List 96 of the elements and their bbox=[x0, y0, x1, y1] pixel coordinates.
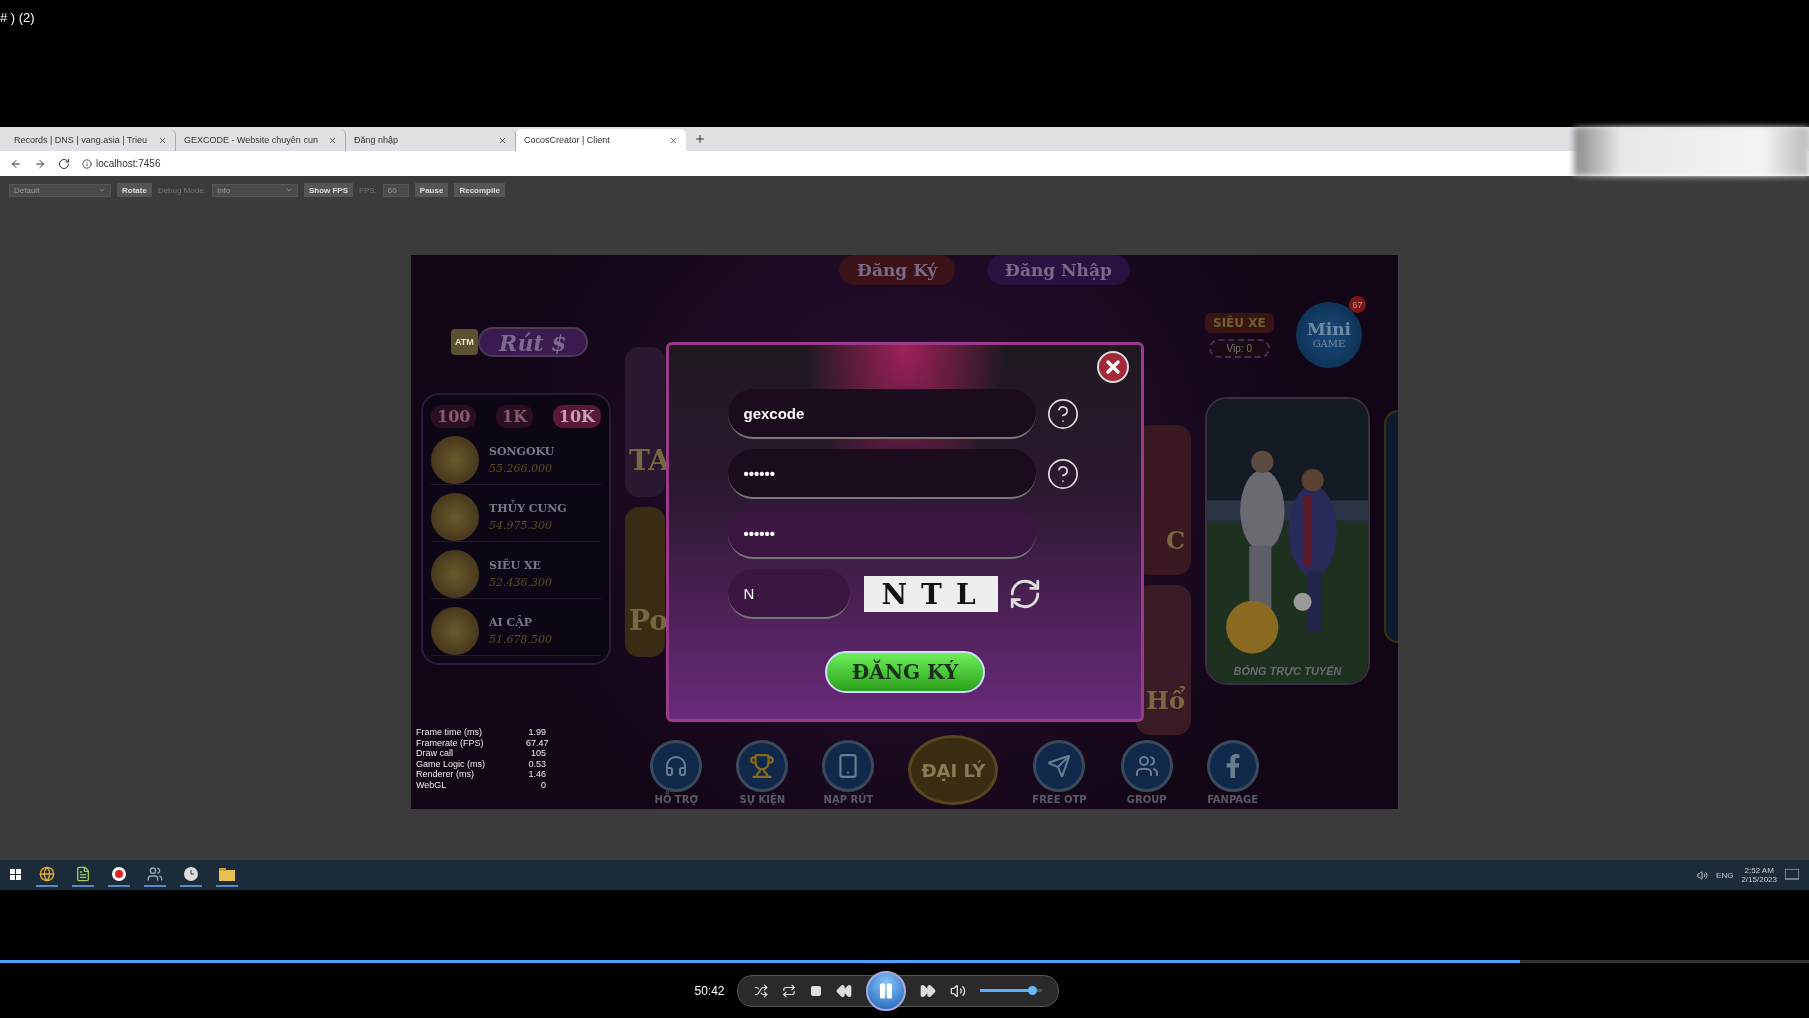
game-avatar-icon bbox=[431, 607, 479, 655]
windows-icon[interactable] bbox=[10, 869, 22, 881]
captcha-image: NTL bbox=[863, 576, 998, 612]
stat-label: Game Logic (ms) bbox=[416, 758, 487, 769]
video-title: # ) (2) bbox=[0, 10, 35, 25]
supercar-logo[interactable]: SIÊU XE bbox=[1205, 312, 1274, 333]
volume-icon bbox=[949, 982, 966, 999]
forward-icon[interactable] bbox=[34, 157, 46, 170]
game-caption: BÓNG TRỰC TUYẾN bbox=[1232, 665, 1343, 679]
jackpot-amount: 55.266.000 bbox=[489, 462, 553, 475]
nav-button[interactable]: ĐẠI LÝ bbox=[908, 735, 999, 805]
recompile-button[interactable]: Recompile bbox=[454, 183, 505, 197]
game-name: THỦY CUNG bbox=[489, 502, 567, 515]
stat-value: 105 bbox=[529, 748, 546, 759]
reload-icon[interactable] bbox=[58, 157, 70, 170]
jackpot-amount: 51.678.500 bbox=[489, 633, 552, 646]
game-avatar-icon bbox=[431, 436, 479, 484]
repeat-icon bbox=[781, 983, 796, 998]
password-field[interactable]: •••••• bbox=[727, 449, 1036, 499]
pause-button[interactable]: Pause bbox=[414, 183, 449, 197]
fast-forward-icon bbox=[919, 982, 936, 999]
help-icon[interactable] bbox=[1045, 397, 1080, 431]
close-icon[interactable] bbox=[328, 135, 337, 145]
close-button[interactable] bbox=[1097, 351, 1129, 383]
jackpot-amount: 54.975.300 bbox=[489, 519, 553, 532]
stat-value: 1.99 bbox=[527, 727, 546, 738]
game-name: AI CẬP bbox=[489, 616, 534, 629]
elapsed-time: 50:42 bbox=[694, 983, 725, 998]
captcha-field[interactable]: N bbox=[727, 569, 850, 619]
stat-label: Frame time (ms) bbox=[416, 727, 483, 738]
game-tile[interactable]: TA bbox=[625, 347, 665, 497]
chevron-icon bbox=[98, 186, 106, 194]
jackpot-tab[interactable]: 1K bbox=[496, 405, 534, 428]
close-icon[interactable] bbox=[669, 135, 678, 145]
login-tab[interactable]: Đăng Nhập bbox=[987, 255, 1130, 285]
stop-button[interactable] bbox=[809, 984, 822, 997]
stat-value: 0 bbox=[540, 779, 546, 790]
withdraw-button[interactable]: Rút $ bbox=[477, 327, 588, 357]
close-icon[interactable] bbox=[158, 135, 167, 145]
stat-label: Draw call bbox=[416, 748, 454, 759]
language-indicator[interactable]: ENG bbox=[1716, 870, 1734, 880]
address-field[interactable]: localhost:7456 bbox=[96, 158, 161, 169]
headphones-icon bbox=[664, 754, 689, 778]
jackpot-tab[interactable]: 10K bbox=[552, 405, 601, 428]
stat-value: 0.53 bbox=[527, 758, 546, 769]
paper-plane-icon bbox=[1047, 754, 1072, 778]
close-icon bbox=[1103, 357, 1123, 377]
stat-value: 1.46 bbox=[527, 769, 546, 780]
game-name: SIÊU XE bbox=[489, 559, 542, 572]
notification-badge: 67 bbox=[1349, 296, 1366, 313]
preview-select[interactable]: Default bbox=[9, 183, 111, 197]
vip-field: Vip: 0 bbox=[1208, 338, 1271, 358]
game-avatar-icon bbox=[431, 550, 479, 598]
stat-value: 67.47 bbox=[526, 737, 546, 748]
stat-label: Framerate (FPS) bbox=[416, 737, 485, 748]
debug-select[interactable]: Info bbox=[211, 183, 298, 197]
featured-game-card[interactable]: BÓNG TRỰC TUYẾN bbox=[1205, 397, 1370, 685]
username-field[interactable]: gexcode bbox=[727, 389, 1036, 439]
confirm-password-field[interactable]: •••••• bbox=[727, 509, 1036, 559]
rewind-button[interactable] bbox=[835, 982, 852, 999]
stop-icon bbox=[809, 984, 822, 997]
users-icon bbox=[1134, 754, 1159, 778]
repeat-button[interactable] bbox=[781, 983, 796, 998]
jackpot-amount: 52.436.300 bbox=[489, 576, 552, 589]
jackpot-tab[interactable]: 100 bbox=[431, 405, 477, 428]
info-icon[interactable] bbox=[82, 158, 92, 169]
volume-button[interactable] bbox=[949, 982, 966, 999]
help-icon[interactable] bbox=[1045, 457, 1080, 491]
register-button[interactable]: ĐĂNG KÝ bbox=[825, 651, 985, 693]
new-tab-icon[interactable] bbox=[694, 133, 706, 145]
rewind-icon bbox=[835, 982, 852, 999]
speaker-icon[interactable] bbox=[1697, 869, 1709, 881]
game-tile[interactable] bbox=[1384, 410, 1398, 643]
stat-label: Renderer (ms) bbox=[416, 769, 475, 780]
show-fps-button[interactable]: Show FPS bbox=[303, 183, 354, 197]
game-avatar-icon bbox=[431, 493, 479, 541]
atm-icon: ATM bbox=[451, 329, 478, 355]
shuffle-button[interactable] bbox=[753, 983, 768, 998]
taskbar-clock[interactable]: 2:52 AM 2/15/2023 bbox=[1741, 866, 1777, 884]
stat-label: WebGL bbox=[416, 779, 448, 790]
game-name: SONGOKU bbox=[489, 445, 555, 458]
back-icon[interactable] bbox=[10, 157, 22, 170]
chevron-icon bbox=[284, 186, 293, 194]
shuffle-icon bbox=[753, 983, 768, 998]
pause-button[interactable] bbox=[865, 970, 906, 1011]
register-tab[interactable]: Đăng Ký bbox=[839, 255, 956, 285]
close-icon[interactable] bbox=[498, 135, 507, 145]
fast-forward-button[interactable] bbox=[919, 982, 936, 999]
volume-slider[interactable] bbox=[979, 989, 1042, 992]
notification-icon[interactable] bbox=[1785, 869, 1799, 881]
fps-field[interactable]: 60 bbox=[382, 183, 409, 197]
trophy-icon bbox=[749, 753, 776, 779]
seek-bar[interactable] bbox=[0, 960, 1809, 963]
rotate-button[interactable]: Rotate bbox=[117, 183, 152, 197]
browser-tab[interactable]: CocosCreator | Client bbox=[516, 129, 686, 151]
game-tile[interactable]: Po bbox=[625, 507, 665, 657]
